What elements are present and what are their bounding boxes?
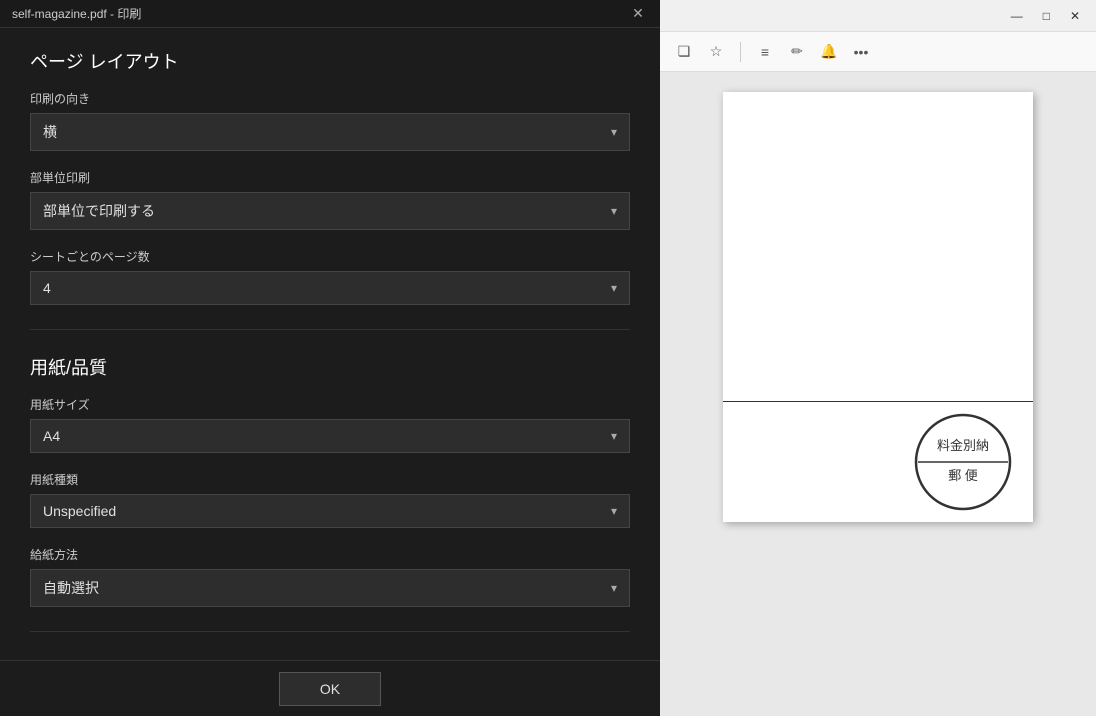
maximize-button[interactable]: □: [1035, 5, 1058, 27]
pages-per-sheet-arrow-icon: ▾: [611, 281, 617, 295]
paper-type-value: Unspecified: [43, 503, 116, 519]
paper-quality-section: 用紙/品質 用紙サイズ A4 ▾ 用紙種類 Unspecified ▾ 給紙方法…: [30, 354, 630, 607]
dialog-footer: OK: [0, 660, 660, 716]
browser-titlebar: — □ ✕: [660, 0, 1096, 32]
dialog-content: ページ レイアウト 印刷の向き 横 ▾ 部単位印刷 部単位で印刷する ▾ シート…: [0, 28, 660, 660]
paper-source-field: 給紙方法 自動選択 ▾: [30, 546, 630, 607]
pages-per-sheet-field: シートごとのページ数 4 ▾: [30, 248, 630, 305]
paper-type-dropdown[interactable]: Unspecified ▾: [30, 494, 630, 528]
dialog-close-button[interactable]: ✕: [628, 4, 648, 24]
page-layout-heading: ページ レイアウト: [30, 48, 630, 74]
dialog-title: self-magazine.pdf - 印刷: [12, 5, 141, 22]
print-orientation-dropdown[interactable]: 横 ▾: [30, 113, 630, 151]
paper-source-label: 給紙方法: [30, 546, 630, 563]
browser-toolbar: ❏ ☆ ≡ ✏ 🔔 •••: [660, 32, 1096, 72]
more-icon[interactable]: •••: [849, 40, 873, 64]
pdf-stamp: 料金別納 郵 便: [913, 412, 1013, 512]
paper-source-value: 自動選択: [43, 578, 99, 598]
print-orientation-field: 印刷の向き 横 ▾: [30, 90, 630, 151]
menu-icon[interactable]: ≡: [753, 40, 777, 64]
collation-value: 部単位で印刷する: [43, 201, 155, 221]
ok-button[interactable]: OK: [279, 672, 381, 706]
sidebar-toggle-icon[interactable]: ❏: [672, 40, 696, 64]
paper-source-dropdown[interactable]: 自動選択 ▾: [30, 569, 630, 607]
page-layout-section: ページ レイアウト 印刷の向き 横 ▾ 部単位印刷 部単位で印刷する ▾ シート…: [30, 48, 630, 305]
section-divider-1: [30, 329, 630, 330]
print-orientation-arrow-icon: ▾: [611, 125, 617, 139]
print-dialog: self-magazine.pdf - 印刷 ✕ ページ レイアウト 印刷の向き…: [0, 0, 660, 716]
paper-size-field: 用紙サイズ A4 ▾: [30, 396, 630, 453]
collation-dropdown[interactable]: 部単位で印刷する ▾: [30, 192, 630, 230]
section-divider-2: [30, 631, 630, 632]
collation-arrow-icon: ▾: [611, 204, 617, 218]
paper-type-arrow-icon: ▾: [611, 504, 617, 518]
collation-label: 部単位印刷: [30, 169, 630, 186]
pages-per-sheet-label: シートごとのページ数: [30, 248, 630, 265]
paper-type-label: 用紙種類: [30, 471, 630, 488]
pages-per-sheet-dropdown[interactable]: 4 ▾: [30, 271, 630, 305]
paper-type-field: 用紙種類 Unspecified ▾: [30, 471, 630, 528]
stamp-line1: 料金別納: [937, 438, 989, 453]
paper-size-dropdown[interactable]: A4 ▾: [30, 419, 630, 453]
paper-source-arrow-icon: ▾: [611, 581, 617, 595]
print-orientation-value: 横: [43, 122, 57, 142]
collation-field: 部単位印刷 部単位で印刷する ▾: [30, 169, 630, 230]
paper-quality-heading: 用紙/品質: [30, 354, 630, 380]
bell-icon[interactable]: 🔔: [817, 40, 841, 64]
browser-content: 料金別納 郵 便: [660, 72, 1096, 716]
minimize-button[interactable]: —: [1003, 5, 1031, 27]
paper-size-arrow-icon: ▾: [611, 429, 617, 443]
print-orientation-label: 印刷の向き: [30, 90, 630, 107]
star-icon[interactable]: ☆: [704, 40, 728, 64]
pdf-page: 料金別納 郵 便: [723, 92, 1033, 522]
pages-per-sheet-value: 4: [43, 280, 51, 296]
close-button[interactable]: ✕: [1062, 5, 1088, 27]
browser-window: — □ ✕ ❏ ☆ ≡ ✏ 🔔 ••• 料金別納 郵 便: [660, 0, 1096, 716]
edit-icon[interactable]: ✏: [785, 40, 809, 64]
paper-size-value: A4: [43, 428, 60, 444]
toolbar-separator: [740, 42, 741, 62]
dialog-titlebar: self-magazine.pdf - 印刷 ✕: [0, 0, 660, 28]
pdf-line: [723, 401, 1033, 402]
stamp-line2: 郵 便: [948, 468, 978, 483]
paper-size-label: 用紙サイズ: [30, 396, 630, 413]
